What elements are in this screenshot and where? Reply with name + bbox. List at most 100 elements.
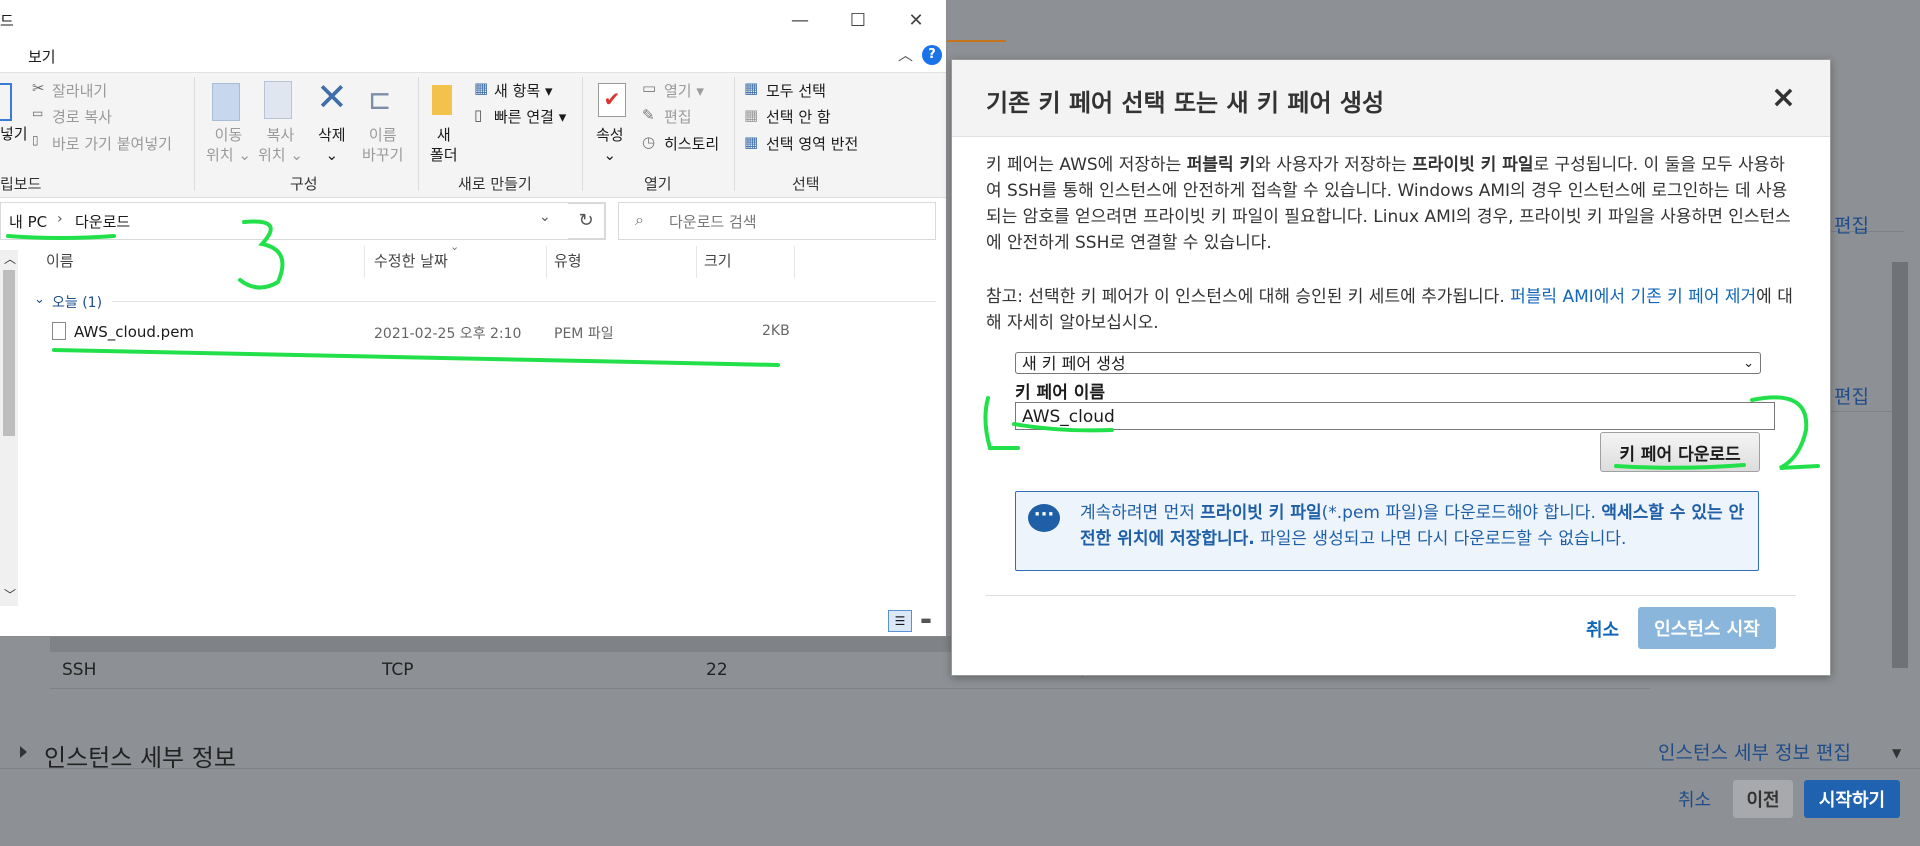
menu-view[interactable]: 보기: [28, 46, 56, 67]
address-bar[interactable]: 내 PC › 다운로드 ⌄: [0, 202, 606, 240]
info-part: 프라이빗 키 파일: [1200, 503, 1322, 523]
explorer-ribbon: 넣기 ✂ 잘라내기 ▭ 경로 복사 ▯ 바로 가기 붙여넣기 립보드 이동 위치 …: [0, 72, 946, 198]
bg-row-type: SSH: [62, 660, 97, 680]
key-pair-name-input[interactable]: AWS_cloud: [1015, 402, 1775, 430]
invert-selection-button[interactable]: 선택 영역 반전: [766, 133, 858, 154]
file-explorer-window: 드 — ☐ ✕ 보기 ︿ ? 넣기 ✂ 잘라내기 ▭ 경로 복사 ▯ 바로 가기…: [0, 0, 947, 637]
dialog-close-icon[interactable]: ×: [1771, 80, 1796, 115]
intro-text: 키 페어는 AWS에 저장하는: [986, 155, 1187, 175]
address-dropdown-icon[interactable]: ⌄: [539, 209, 551, 225]
bg-section-edit[interactable]: 인스턴스 세부 정보 편집: [1658, 738, 1851, 765]
bg-previous-button[interactable]: 이전: [1733, 780, 1793, 818]
explorer-menubar: 보기 ︿ ?: [0, 42, 946, 70]
copy-to-button[interactable]: 복사 위치 ⌄: [258, 125, 303, 165]
bg-cancel-button[interactable]: 취소: [1678, 786, 1711, 812]
cut-button[interactable]: 잘라내기: [52, 80, 107, 101]
collapse-ribbon-icon[interactable]: ︿: [898, 44, 913, 65]
delete-icon: ✕: [316, 75, 348, 119]
info-part: (*.pem 파일)을 다운로드해야 합니다.: [1321, 503, 1602, 523]
open-button[interactable]: 열기 ▾: [664, 80, 704, 101]
group-header-today[interactable]: 오늘 (1): [52, 292, 102, 312]
download-key-pair-button[interactable]: 키 페어 다운로드: [1600, 432, 1760, 472]
history-button[interactable]: 히스토리: [664, 133, 719, 154]
delete-button[interactable]: 삭제 ⌄: [318, 125, 346, 165]
easy-access-button[interactable]: 빠른 연결 ▾: [494, 106, 566, 127]
expand-caret-icon[interactable]: [20, 746, 27, 758]
select-none-button[interactable]: 선택 안 함: [766, 106, 831, 127]
explorer-titlebar[interactable]: 드 — ☐ ✕: [0, 0, 946, 42]
easy-access-icon: ▯: [474, 106, 483, 124]
chat-bubble-icon: ···: [1028, 504, 1060, 532]
bg-row-protocol: TCP: [382, 660, 414, 680]
file-size: 2KB: [762, 323, 790, 339]
bg-edit-link-1[interactable]: 편집: [1834, 211, 1869, 238]
new-item-button[interactable]: 새 항목 ▾: [494, 80, 552, 101]
group-label-clipboard: 립보드: [0, 175, 42, 193]
group-label-open: 열기: [644, 175, 672, 193]
breadcrumb-root[interactable]: 내 PC: [9, 211, 47, 232]
ribbon-separator: [194, 77, 195, 191]
scroll-down-icon[interactable]: ▼: [1892, 746, 1901, 760]
paste-button[interactable]: 넣기: [0, 123, 28, 144]
cancel-button[interactable]: 취소: [1586, 616, 1619, 642]
paste-shortcut-button[interactable]: 바로 가기 붙여넣기: [52, 133, 172, 154]
copy-path-button[interactable]: 경로 복사: [52, 106, 112, 127]
refresh-icon[interactable]: ↻: [568, 203, 605, 239]
note-text: 참고: 선택한 키 페어가 이 인스턴스에 대해 승인된 키 세트에 추가됩니다…: [986, 287, 1511, 307]
launch-instance-button[interactable]: 인스턴스 시작: [1638, 607, 1776, 649]
group-collapse-icon[interactable]: ⌄: [34, 292, 45, 307]
bg-edit-link-2[interactable]: 편집: [1834, 382, 1869, 409]
column-size[interactable]: 크기: [704, 250, 732, 271]
copy-to-icon: [264, 81, 292, 119]
move-to-icon: [212, 83, 240, 121]
details-view-icon[interactable]: ☰: [888, 610, 912, 632]
maximize-button[interactable]: ☐: [838, 6, 878, 36]
column-name[interactable]: 이름: [46, 250, 74, 271]
move-to-button[interactable]: 이동 위치 ⌄: [206, 125, 251, 165]
column-date[interactable]: 수정한 날짜: [374, 250, 448, 271]
key-pair-option-select[interactable]: 새 키 페어 생성 ⌄: [1015, 352, 1761, 374]
edit-button[interactable]: 편집: [664, 106, 692, 127]
file-name[interactable]: AWS_cloud.pem: [74, 323, 194, 341]
search-box[interactable]: ⌕ 다운로드 검색: [618, 202, 936, 240]
rename-button[interactable]: 이름 바꾸기: [362, 125, 403, 165]
column-divider[interactable]: [696, 246, 697, 278]
info-text: 계속하려면 먼저 프라이빗 키 파일(*.pem 파일)을 다운로드해야 합니다…: [1080, 500, 1750, 552]
new-folder-button[interactable]: 새 폴더: [430, 125, 458, 165]
column-divider[interactable]: [364, 246, 365, 278]
key-name-label: 키 페어 이름: [1015, 383, 1106, 403]
history-icon: ◷: [642, 133, 656, 151]
bg-launch-button[interactable]: 시작하기: [1804, 780, 1900, 818]
info-alert: ··· 계속하려면 먼저 프라이빗 키 파일(*.pem 파일)을 다운로드해야…: [1015, 491, 1759, 571]
column-divider[interactable]: [794, 246, 795, 278]
remove-key-pair-link[interactable]: 퍼블릭 AMI에서 기존 키 페어 제거: [1510, 287, 1756, 307]
private-key-text: 프라이빗 키 파일: [1412, 155, 1534, 175]
large-icons-view-icon[interactable]: ▬: [916, 612, 936, 628]
vertical-scrollbar[interactable]: ︿ ﹀: [0, 250, 18, 606]
paste-icon: [0, 83, 12, 121]
file-icon: [52, 322, 66, 340]
dialog-header: 기존 키 페어 선택 또는 새 키 페어 생성 ×: [952, 60, 1830, 137]
column-type[interactable]: 유형: [554, 250, 582, 271]
intro-text: 와 사용자가 저장하는: [1255, 155, 1413, 175]
minimize-button[interactable]: —: [780, 6, 820, 36]
column-divider[interactable]: [546, 246, 547, 278]
properties-button[interactable]: 속성 ⌄: [596, 125, 624, 165]
chevron-down-icon: ⌄: [1743, 356, 1754, 371]
select-none-icon: ▦: [744, 106, 759, 124]
group-label-select: 선택: [792, 175, 820, 193]
dialog-title: 기존 키 페어 선택 또는 새 키 페어 생성: [986, 89, 1385, 117]
scroll-thumb[interactable]: [3, 270, 15, 436]
sort-indicator-icon: ⌄: [450, 240, 460, 253]
rename-icon: ⊏: [368, 83, 392, 116]
close-window-button[interactable]: ✕: [896, 6, 936, 36]
help-icon[interactable]: ?: [922, 45, 942, 65]
scroll-down-arrow-icon[interactable]: ﹀: [4, 586, 16, 603]
bg-scrollbar[interactable]: [1892, 262, 1908, 668]
scroll-up-icon[interactable]: ︿: [4, 250, 16, 267]
breadcrumb-folder[interactable]: 다운로드: [75, 211, 130, 232]
select-all-button[interactable]: 모두 선택: [766, 80, 826, 101]
public-key-text: 퍼블릭 키: [1186, 155, 1256, 175]
input-value: AWS_cloud: [1022, 407, 1115, 427]
open-icon: ▭: [642, 79, 657, 97]
